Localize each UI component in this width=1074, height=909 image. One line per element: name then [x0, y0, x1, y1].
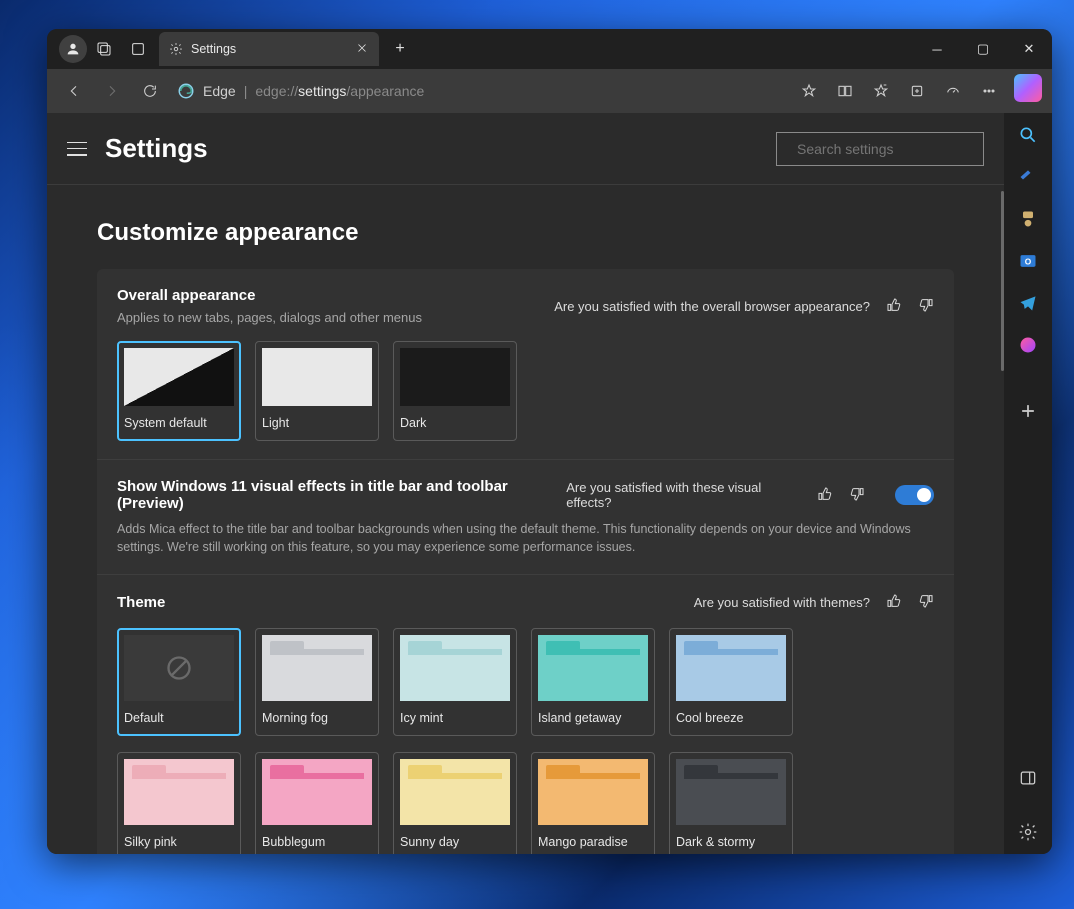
theme-option-bubblegum[interactable]: .folder::before{background:inherit}Bubbl…: [255, 752, 379, 854]
svg-text:O: O: [1025, 256, 1032, 266]
overall-feedback-question: Are you satisfied with the overall brows…: [554, 299, 870, 314]
workspaces-icon[interactable]: [87, 41, 121, 57]
thumbs-down-button[interactable]: [918, 593, 934, 612]
thumbs-up-button[interactable]: [886, 593, 902, 612]
reload-button[interactable]: [133, 74, 167, 108]
theme-option-morning-fog[interactable]: .folder::before{background:inherit}Morni…: [255, 628, 379, 736]
new-tab-button[interactable]: +: [383, 32, 417, 66]
theme-title: Theme: [117, 594, 165, 611]
copilot-button[interactable]: [1014, 74, 1042, 102]
settings-header: Settings: [47, 113, 1004, 185]
window-titlebar: Settings + ─ ▢ ✕: [47, 29, 1052, 69]
split-screen-button[interactable]: [828, 74, 862, 108]
sidebar-telegram-icon[interactable]: [1016, 291, 1040, 315]
sidebar-sidepanel-icon[interactable]: [1016, 766, 1040, 790]
hamburger-menu-button[interactable]: [67, 142, 87, 156]
edge-sidebar: O: [1004, 113, 1052, 854]
appearance-card: Overall appearance Applies to new tabs, …: [97, 269, 954, 854]
more-button[interactable]: [972, 74, 1006, 108]
theme-option-island-getaway[interactable]: .folder::before{background:inherit}Islan…: [531, 628, 655, 736]
favorite-button[interactable]: [792, 74, 826, 108]
gear-icon: [169, 42, 183, 56]
browser-toolbar: Edge | edge://settings/appearance: [47, 69, 1052, 113]
tab-title: Settings: [191, 42, 236, 56]
mica-description: Adds Mica effect to the title bar and to…: [117, 520, 934, 556]
sidebar-search-icon[interactable]: [1016, 123, 1040, 147]
close-icon: [355, 41, 369, 55]
appearance-option-system-default[interactable]: System default: [117, 341, 241, 441]
settings-search-input[interactable]: [776, 132, 984, 166]
thumbs-up-button[interactable]: [886, 297, 902, 316]
overall-appearance-title: Overall appearance: [117, 287, 422, 304]
back-button[interactable]: [57, 74, 91, 108]
page-title: Customize appearance: [97, 219, 954, 247]
profile-button[interactable]: [59, 35, 87, 63]
theme-option-icy-mint[interactable]: .folder::before{background:inherit}Icy m…: [393, 628, 517, 736]
theme-option-silky-pink[interactable]: .folder::before{background:inherit}Silky…: [117, 752, 241, 854]
favorites-list-button[interactable]: [864, 74, 898, 108]
forward-button: [95, 74, 129, 108]
address-brand: Edge: [203, 83, 236, 99]
theme-feedback-question: Are you satisfied with themes?: [694, 595, 870, 610]
sidebar-add-button[interactable]: [1016, 399, 1040, 423]
close-tab-button[interactable]: [355, 41, 369, 58]
theme-option-sunny-day[interactable]: .folder::before{background:inherit}Sunny…: [393, 752, 517, 854]
browser-tab-settings[interactable]: Settings: [159, 32, 379, 66]
collections-button[interactable]: [900, 74, 934, 108]
theme-option-dark-stormy[interactable]: .folder::before{background:inherit}Dark …: [669, 752, 793, 854]
theme-option-cool-breeze[interactable]: .folder::before{background:inherit}Cool …: [669, 628, 793, 736]
scrollbar-thumb[interactable]: [1001, 191, 1004, 371]
theme-option-mango-paradise[interactable]: .folder::before{background:inherit}Mango…: [531, 752, 655, 854]
edge-browser-window: Settings + ─ ▢ ✕ Edge | edge://settings/…: [47, 29, 1052, 854]
mica-title: Show Windows 11 visual effects in title …: [117, 478, 566, 512]
maximize-button[interactable]: ▢: [960, 29, 1006, 69]
close-window-button[interactable]: ✕: [1006, 29, 1052, 69]
appearance-option-light[interactable]: Light: [255, 341, 379, 441]
appearance-option-dark[interactable]: Dark: [393, 341, 517, 441]
sidebar-games-icon[interactable]: [1016, 207, 1040, 231]
thumbs-up-button[interactable]: [817, 486, 833, 505]
address-bar[interactable]: Edge | edge://settings/appearance: [177, 82, 424, 100]
tab-actions-icon[interactable]: [121, 41, 155, 57]
theme-option-default[interactable]: Default: [117, 628, 241, 736]
minimize-button[interactable]: ─: [914, 29, 960, 69]
performance-button[interactable]: [936, 74, 970, 108]
settings-heading: Settings: [105, 133, 208, 164]
overall-appearance-subtitle: Applies to new tabs, pages, dialogs and …: [117, 310, 422, 325]
sidebar-settings-icon[interactable]: [1016, 820, 1040, 844]
mica-feedback-question: Are you satisfied with these visual effe…: [566, 480, 801, 510]
mica-toggle[interactable]: [895, 485, 934, 505]
sidebar-shopping-icon[interactable]: [1016, 165, 1040, 189]
sidebar-outlook-icon[interactable]: O: [1016, 249, 1040, 273]
thumbs-down-button[interactable]: [918, 297, 934, 316]
edge-logo-icon: [177, 82, 195, 100]
settings-page: Settings Customize appearance Overall ap…: [47, 113, 1004, 854]
thumbs-down-button[interactable]: [849, 486, 865, 505]
search-field[interactable]: [797, 141, 978, 157]
sidebar-messenger-icon[interactable]: [1016, 333, 1040, 357]
